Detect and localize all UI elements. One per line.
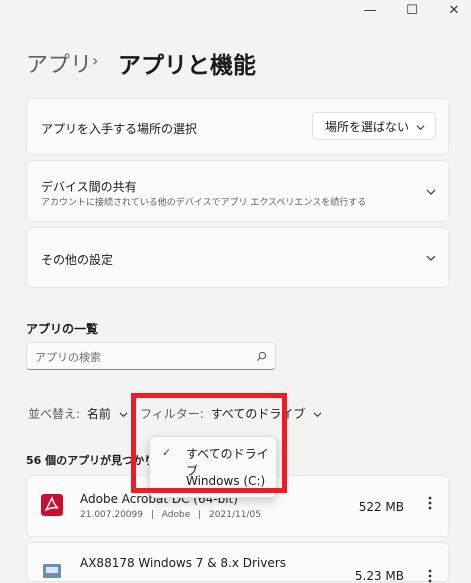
filter-value: すべてのドライブ xyxy=(210,407,306,421)
filter-option-windows-c[interactable]: Windows (C:) xyxy=(186,474,265,488)
app-list-title: アプリの一覧 xyxy=(26,322,99,336)
chevron-down-icon xyxy=(426,255,436,261)
more-options-button[interactable] xyxy=(424,496,436,510)
sort-label: 並べ替え: xyxy=(28,407,81,421)
breadcrumb-parent[interactable]: アプリ xyxy=(26,47,92,79)
more-options-button[interactable] xyxy=(424,569,436,583)
search-icon xyxy=(257,351,267,361)
minimize-button[interactable]: — xyxy=(355,0,385,20)
chevron-down-icon xyxy=(119,412,128,418)
share-across-devices-card[interactable]: デバイス間の共有 アカウントに接続されている他のデバイスでアプリ エクスペリエン… xyxy=(26,160,449,222)
more-vertical-icon xyxy=(428,569,432,583)
acrobat-icon xyxy=(41,494,63,516)
search-placeholder: アプリの検索 xyxy=(35,351,101,364)
page-title: アプリと機能 xyxy=(118,53,256,79)
app-meta: 21.007.20099 | Adobe | 2021/11/05 xyxy=(80,510,261,520)
close-button[interactable]: ✕ xyxy=(439,0,469,20)
maximize-button[interactable]: ☐ xyxy=(397,0,427,20)
share-across-devices-label: デバイス間の共有 xyxy=(41,180,137,194)
install-source-card: アプリを入手する場所の選択 場所を選ばない xyxy=(26,98,449,155)
chevron-down-icon xyxy=(426,189,436,195)
installer-icon xyxy=(43,564,61,578)
more-settings-label: その他の設定 xyxy=(41,253,114,267)
app-size: 522 MB xyxy=(358,500,404,514)
install-source-dropdown[interactable]: 場所を選ばない xyxy=(312,112,436,140)
more-vertical-icon xyxy=(428,496,432,510)
meta-separator: | xyxy=(150,510,154,520)
app-publisher: Adobe xyxy=(161,510,191,520)
meta-separator: | xyxy=(198,510,202,520)
app-list-item[interactable]: AX88178 Windows 7 & 8.x Drivers 5.23 MB xyxy=(26,542,449,583)
minimize-icon: — xyxy=(363,2,377,18)
sort-value: 名前 xyxy=(86,407,111,421)
sort-control[interactable]: 並べ替え: 名前 xyxy=(28,405,128,422)
maximize-icon: ☐ xyxy=(406,2,418,18)
app-name: AX88178 Windows 7 & 8.x Drivers xyxy=(80,556,286,570)
app-search-input[interactable]: アプリの検索 xyxy=(26,342,276,370)
more-settings-card[interactable]: その他の設定 xyxy=(26,227,449,288)
install-source-value: 場所を選ばない xyxy=(325,119,410,134)
check-icon: ✓ xyxy=(162,446,172,459)
filter-control[interactable]: フィルター: すべてのドライブ xyxy=(140,405,322,422)
breadcrumb-separator: › xyxy=(92,51,99,70)
filter-label: フィルター: xyxy=(140,407,204,421)
install-source-label: アプリを入手する場所の選択 xyxy=(41,122,198,136)
chevron-down-icon xyxy=(416,125,425,131)
app-date: 2021/11/05 xyxy=(209,510,261,520)
chevron-down-icon xyxy=(313,412,322,418)
app-version: 21.007.20099 xyxy=(80,510,143,520)
share-across-devices-description: アカウントに接続されている他のデバイスでアプリ エクスペリエンスを続行する xyxy=(41,198,367,208)
filter-dropdown-menu: ✓ すべてのドライブ Windows (C:) xyxy=(149,436,277,498)
close-icon: ✕ xyxy=(448,2,460,18)
app-size: 5.23 MB xyxy=(354,569,404,583)
